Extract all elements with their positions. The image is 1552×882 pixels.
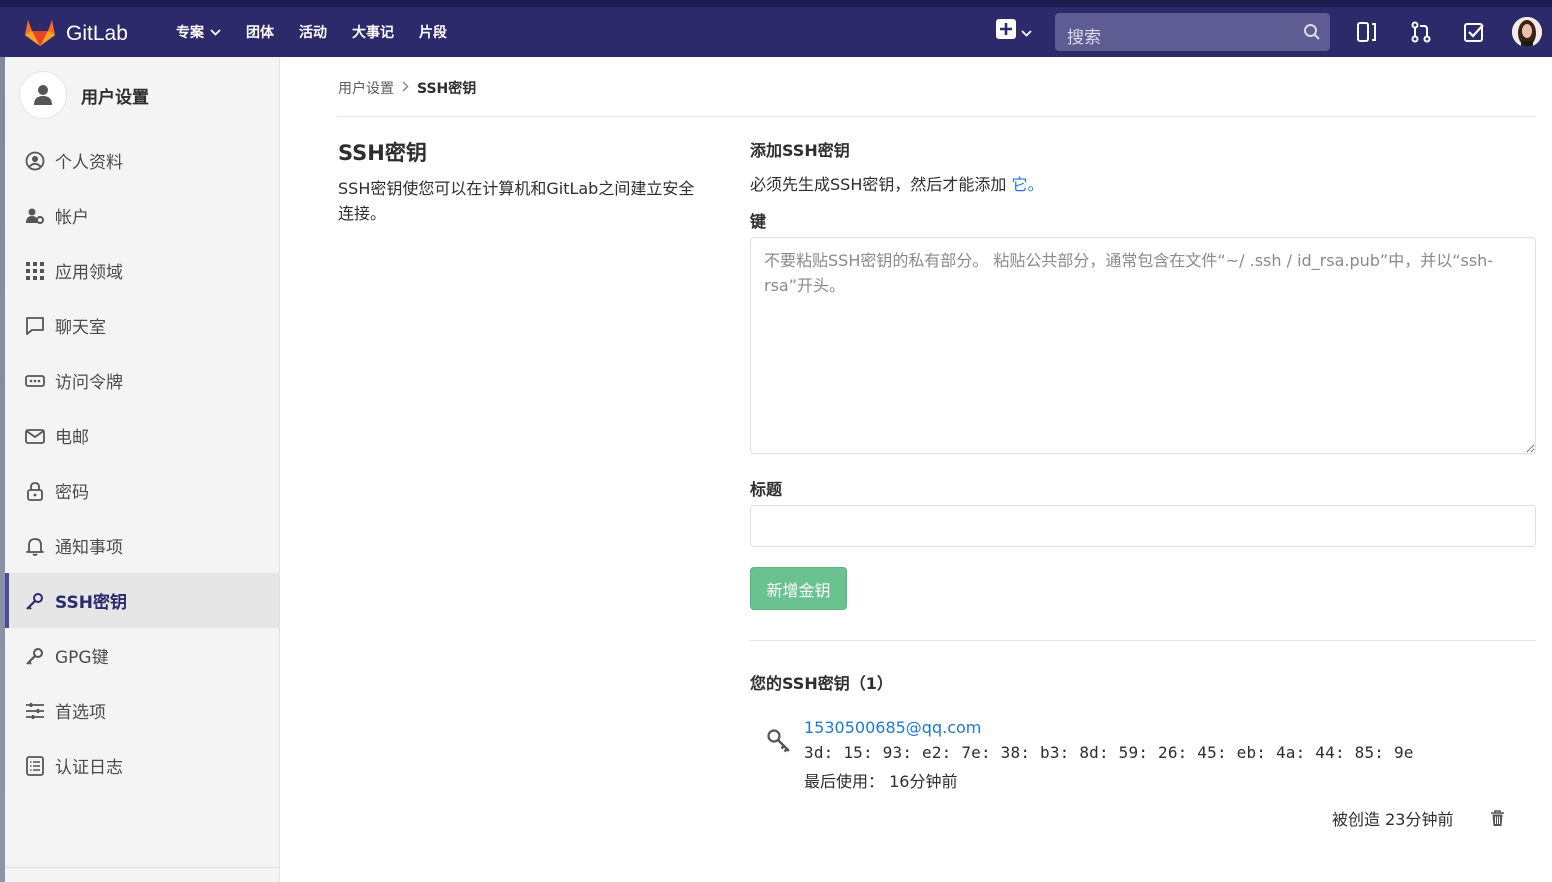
breadcrumb: 用户设置 SSH密钥: [338, 78, 476, 98]
nav-projects[interactable]: 专案: [176, 22, 221, 42]
brand-name: GitLab: [66, 22, 128, 45]
sidebar-title: 用户设置: [81, 87, 149, 108]
sidebar-item-profile[interactable]: 个人资料: [5, 133, 279, 188]
add-key-description: 必须先生成SSH密钥，然后才能添加 它。: [750, 171, 1043, 195]
nav-snippets[interactable]: 片段: [419, 22, 447, 42]
search-placeholder: 搜索: [1067, 28, 1101, 48]
title-label: 标题: [750, 480, 783, 499]
lock-icon: [25, 481, 45, 501]
sidebar-item-label: 帐户: [55, 208, 89, 228]
key-fingerprint: 3d: 15: 93: e2: 7e: 38: b3: 8d: 59: 26: …: [804, 743, 1414, 762]
sidebar-item-emails[interactable]: 电邮: [5, 408, 279, 463]
key-icon: [25, 646, 45, 666]
sidebar-header[interactable]: 用户设置: [19, 71, 149, 119]
key-icon: [766, 728, 792, 758]
log-icon: [25, 755, 45, 776]
sidebar-item-label: 应用领域: [55, 263, 123, 283]
key-created-time: 被创造 23分钟前: [1332, 810, 1454, 829]
sidebar-item-label: 首选项: [55, 703, 106, 723]
key-icon: [25, 591, 45, 611]
delete-key-icon[interactable]: [1490, 810, 1505, 831]
nav-groups[interactable]: 团体: [246, 22, 274, 42]
todo-icon[interactable]: [1463, 21, 1485, 47]
key-title-link[interactable]: 1530500685@qq.com: [804, 718, 981, 737]
token-icon: [25, 371, 45, 391]
nav-milestones[interactable]: 大事记: [352, 22, 394, 42]
sidebar-item-auth-log[interactable]: 认证日志: [5, 738, 279, 793]
sidebar-item-gpg-keys[interactable]: GPG键: [5, 628, 279, 683]
sidebar-item-label: GPG键: [55, 648, 109, 668]
applications-icon: [25, 261, 45, 281]
sidebar-item-password[interactable]: 密码: [5, 463, 279, 518]
preferences-icon: [25, 701, 45, 721]
profile-icon: [25, 151, 45, 171]
key-last-used: 最后使用： 16分钟前: [804, 772, 958, 791]
sidebar-item-label: 聊天室: [55, 318, 106, 338]
generate-key-link[interactable]: 它。: [1011, 175, 1043, 194]
key-textarea[interactable]: [750, 237, 1536, 454]
add-key-title: 添加SSH密钥: [750, 141, 850, 160]
mail-icon: [25, 426, 45, 446]
sidebar-item-label: 通知事项: [55, 538, 123, 558]
divider: [750, 640, 1536, 641]
new-dropdown-button[interactable]: [996, 19, 1032, 43]
bell-icon: [25, 536, 45, 556]
sidebar-divider: [5, 867, 279, 868]
sidebar-item-access-tokens[interactable]: 访问令牌: [5, 353, 279, 408]
chevron-right-icon: [402, 80, 409, 96]
sidebar-item-chat[interactable]: 聊天室: [5, 298, 279, 353]
sidebar-item-label: 个人资料: [55, 153, 123, 173]
add-key-desc-text: 必须先生成SSH密钥，然后才能添加: [750, 175, 1007, 194]
sidebar-item-notifications[interactable]: 通知事项: [5, 518, 279, 573]
sidebar-toggle-icon[interactable]: [1356, 21, 1378, 47]
title-input[interactable]: [750, 505, 1536, 547]
chevron-down-icon: [1021, 22, 1032, 41]
divider: [338, 116, 1536, 117]
sidebar-item-ssh-keys[interactable]: SSH密钥: [5, 573, 279, 628]
chevron-down-icon: [210, 24, 221, 40]
key-label: 键: [750, 212, 767, 231]
gitlab-logo-icon: [24, 17, 56, 51]
user-icon: [19, 71, 67, 119]
user-avatar[interactable]: [1512, 17, 1542, 47]
gitlab-home-link[interactable]: GitLab: [24, 17, 128, 51]
top-navbar: GitLab 专案 团体 活动 大事记 片段 搜索: [0, 0, 1552, 57]
nav-projects-label: 专案: [176, 25, 204, 41]
plus-square-icon: [996, 19, 1016, 43]
sidebar-item-label: 认证日志: [55, 758, 123, 778]
sidebar-item-label: 电邮: [55, 428, 89, 448]
sidebar-item-label: 密码: [55, 483, 89, 503]
settings-sidebar: 用户设置 个人资料 帐户 应用领域 聊天室 访问令牌 电邮 密码 通知事项 SS…: [5, 57, 280, 882]
chat-icon: [25, 316, 45, 336]
sidebar-item-preferences[interactable]: 首选项: [5, 683, 279, 738]
main-nav: 专案 团体 活动 大事记 片段: [176, 22, 472, 42]
page-title: SSH密钥: [338, 141, 427, 165]
breadcrumb-current[interactable]: SSH密钥: [417, 78, 476, 98]
breadcrumb-parent[interactable]: 用户设置: [338, 78, 394, 98]
account-icon: [25, 206, 45, 226]
nav-activity[interactable]: 活动: [299, 22, 327, 42]
merge-request-icon[interactable]: [1410, 21, 1432, 47]
sidebar-item-label: 访问令牌: [55, 373, 123, 393]
sidebar-item-account[interactable]: 帐户: [5, 188, 279, 243]
page-description: SSH密钥使您可以在计算机和GitLab之间建立安全连接。: [338, 179, 695, 223]
your-keys-title: 您的SSH密钥（1）: [750, 674, 893, 693]
add-key-button[interactable]: 新增金钥: [750, 567, 847, 610]
search-icon: [1303, 23, 1321, 45]
search-input[interactable]: 搜索: [1055, 13, 1330, 51]
sidebar-item-applications[interactable]: 应用领域: [5, 243, 279, 298]
sidebar-item-label: SSH密钥: [55, 593, 127, 613]
